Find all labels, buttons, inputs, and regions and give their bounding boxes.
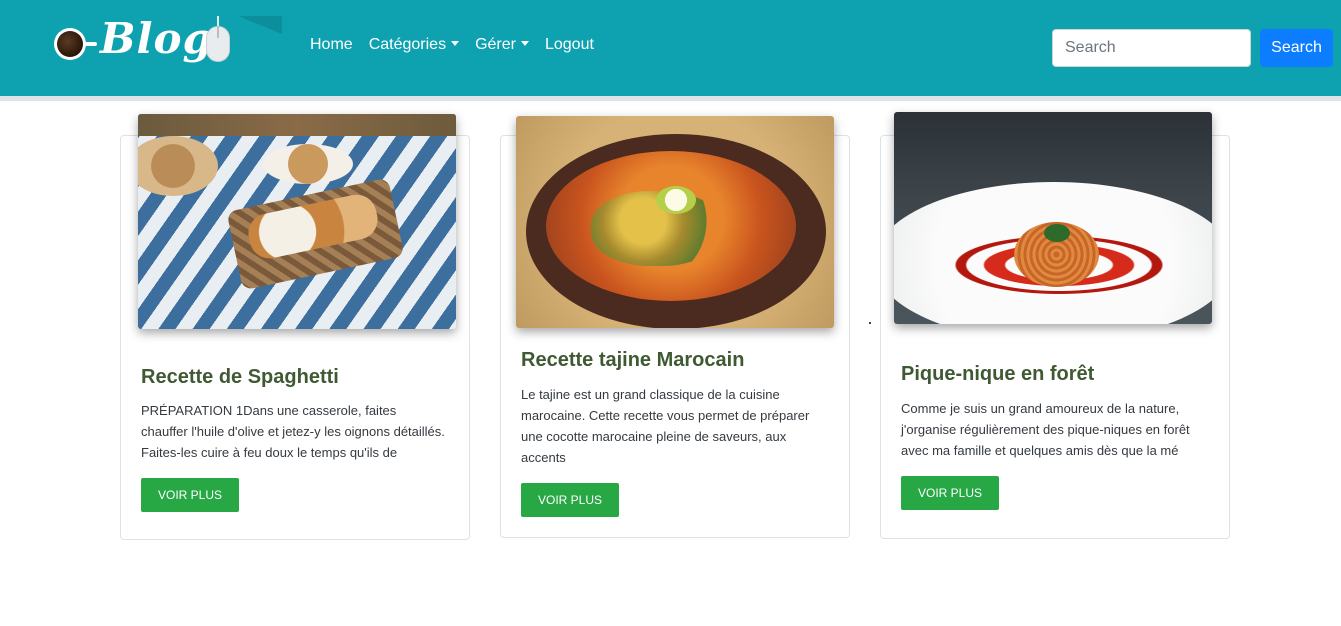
- nav-home[interactable]: Home: [310, 36, 353, 54]
- nav-categories-dropdown[interactable]: Catégories: [369, 36, 460, 54]
- recipe-card: Pique-nique en forêt Comme je suis un gr…: [880, 112, 1230, 539]
- blog-logo[interactable]: Blog: [52, 14, 282, 78]
- brand-name: Blog: [100, 14, 213, 63]
- coffee-cup-icon: [54, 28, 86, 60]
- voir-plus-button[interactable]: VOIR PLUS: [521, 483, 619, 517]
- picnic-photo[interactable]: [138, 114, 456, 329]
- search-input[interactable]: [1052, 29, 1251, 67]
- navbar-shadow: [0, 96, 1341, 101]
- tajine-photo[interactable]: [516, 116, 834, 328]
- recipe-card: Recette de Spaghetti PRÉPARATION 1Dans u…: [120, 114, 470, 540]
- main-nav: Home Catégories Gérer Logout: [302, 36, 602, 54]
- card-text: PRÉPARATION 1Dans une casserole, faites …: [141, 403, 445, 460]
- nav-gerer-dropdown[interactable]: Gérer: [475, 36, 529, 54]
- card-text: Le tajine est un grand classique de la c…: [521, 387, 810, 465]
- ribbon-decoration: [238, 16, 282, 34]
- nav-logout[interactable]: Logout: [545, 36, 594, 54]
- card-title[interactable]: Pique-nique en forêt: [901, 363, 1094, 386]
- caret-down-icon: [451, 41, 460, 46]
- search-button[interactable]: Search: [1260, 29, 1333, 67]
- caret-down-icon: [520, 41, 529, 46]
- card-title[interactable]: Recette de Spaghetti: [141, 366, 339, 389]
- voir-plus-button[interactable]: VOIR PLUS: [901, 476, 999, 510]
- navbar: Blog Home Catégories Gérer Logout Search: [0, 0, 1341, 96]
- recipe-card: Recette tajine Marocain Le tajine est un…: [500, 116, 850, 538]
- stray-dot: [869, 322, 871, 324]
- card-text: Comme je suis un grand amoureux de la na…: [901, 401, 1190, 458]
- spaghetti-photo[interactable]: [894, 112, 1212, 324]
- voir-plus-button[interactable]: VOIR PLUS: [141, 478, 239, 512]
- card-title[interactable]: Recette tajine Marocain: [521, 349, 744, 372]
